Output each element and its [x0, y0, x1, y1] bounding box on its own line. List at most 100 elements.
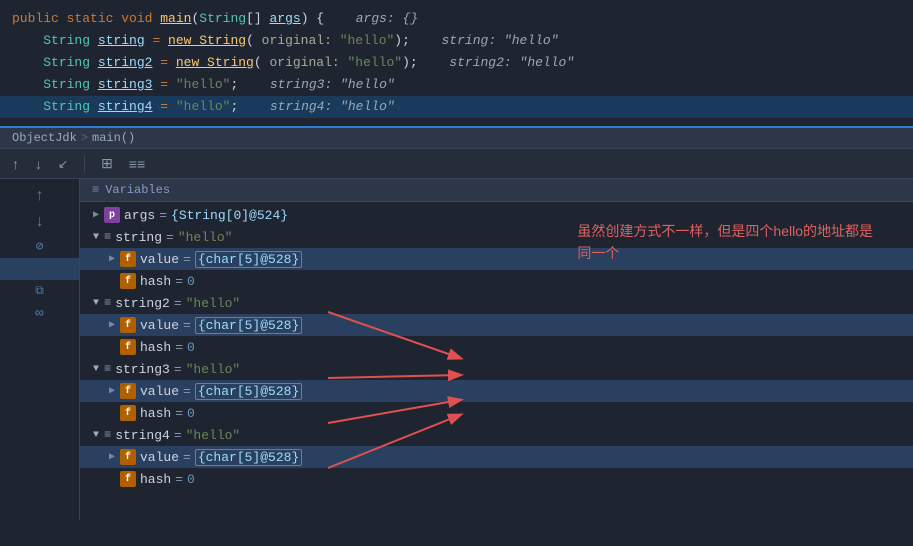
layout-button[interactable]: ≡≡: [125, 154, 149, 174]
var-val-string2-hash: 0: [187, 340, 195, 355]
var-row-string2-value[interactable]: ▶ f value = {char[5]@528}: [80, 314, 913, 336]
var-name-string3: string3: [115, 362, 170, 377]
var-row-string[interactable]: ▼ ≡ string = "hello": [80, 226, 913, 248]
var-eq-args: =: [159, 208, 167, 223]
debug-hint-string2: string2: "hello": [434, 53, 574, 73]
var-name-string2: string2: [115, 296, 170, 311]
var-row-string4-value[interactable]: ▶ f value = {char[5]@528}: [80, 446, 913, 468]
var-row-string4-hash[interactable]: f hash = 0: [80, 468, 913, 490]
paren-close-2: );: [394, 31, 410, 51]
semicolon-5: ;: [230, 97, 238, 117]
var-row-string-value[interactable]: ▶ f value = {char[5]@528}: [80, 248, 913, 270]
param-original-2: original:: [262, 31, 340, 51]
icon-string: ≡: [104, 230, 111, 244]
var-val-string2-value: {char[5]@528}: [195, 317, 302, 334]
var-name-string: string: [115, 230, 162, 245]
panel-header: ≡ Variables: [80, 179, 913, 202]
icon-string4: ≡: [104, 428, 111, 442]
icon-string-value: f: [120, 251, 136, 267]
var-eq-string2: =: [174, 296, 182, 311]
icon-string4-hash: f: [120, 471, 136, 487]
type-string-3: String: [43, 53, 98, 73]
var-eq-string-value: =: [183, 252, 191, 267]
breadcrumb: ObjectJdk > main(): [0, 128, 913, 149]
expand-string[interactable]: ▼: [88, 232, 104, 243]
keyword-static: static: [67, 9, 122, 29]
var-row-string4[interactable]: ▼ ≡ string4 = "hello": [80, 424, 913, 446]
gutter-down-icon[interactable]: ↓: [0, 209, 79, 235]
var-row-string3-value[interactable]: ▶ f value = {char[5]@528}: [80, 380, 913, 402]
variable-tree: ▶ p args = {String[0]@524} ▼ ≡ string = …: [80, 202, 913, 520]
gutter-copy-icon[interactable]: ⧉: [0, 280, 79, 302]
indent-3: [12, 53, 43, 73]
var-val-string-value: {char[5]@528}: [195, 251, 302, 268]
op-eq-5: =: [152, 97, 175, 117]
var-eq-string3: =: [174, 362, 182, 377]
expand-args[interactable]: ▶: [88, 209, 104, 221]
step-over-button[interactable]: ↓: [31, 154, 46, 174]
expand-string3-value[interactable]: ▶: [104, 385, 120, 397]
step-into-button[interactable]: ↙: [54, 155, 72, 173]
var-eq-string3-value: =: [183, 384, 191, 399]
step-out-button[interactable]: ↑: [8, 154, 23, 174]
type-string-2: String: [43, 31, 98, 51]
var-val-args: {String[0]@524}: [171, 208, 288, 223]
var-name-string3-hash: hash: [140, 406, 171, 421]
debug-pane: ↑ ↓ ⊘ ⧉ ∞ ≡ Variables ▶ p args = {String…: [0, 179, 913, 520]
var-val-string3: "hello": [186, 362, 241, 377]
icon-string2-hash: f: [120, 339, 136, 355]
var-val-string-hash: 0: [187, 274, 195, 289]
var-row-string3-hash[interactable]: f hash = 0: [80, 402, 913, 424]
icon-string4-value: f: [120, 449, 136, 465]
gutter-infinity-icon[interactable]: ∞: [0, 302, 79, 326]
expand-string-value[interactable]: ▶: [104, 253, 120, 265]
expand-string3[interactable]: ▼: [88, 364, 104, 375]
semicolon-4: ;: [230, 75, 238, 95]
op-eq-4: =: [152, 75, 175, 95]
var-string: string: [98, 31, 145, 51]
str-hello-4: "hello": [176, 75, 231, 95]
code-line-4: String string3 = "hello" ; string3: "hel…: [0, 74, 913, 96]
var-row-string3[interactable]: ▼ ≡ string3 = "hello": [80, 358, 913, 380]
code-line-1: public static void main ( String [] args…: [0, 8, 913, 30]
code-parens: (: [191, 9, 199, 29]
paren-open-3: (: [254, 53, 270, 73]
var-eq-string4-value: =: [183, 450, 191, 465]
breadcrumb-method[interactable]: main(): [92, 131, 135, 145]
var-row-args[interactable]: ▶ p args = {String[0]@524}: [80, 204, 913, 226]
var-row-string2[interactable]: ▼ ≡ string2 = "hello": [80, 292, 913, 314]
var-row-string-hash[interactable]: f hash = 0: [80, 270, 913, 292]
code-bracket: []: [246, 9, 269, 29]
var-val-string3-hash: 0: [187, 406, 195, 421]
gutter-restore-icon[interactable]: ↑: [0, 179, 79, 209]
method-main: main: [160, 9, 191, 29]
code-brace: ) {: [301, 9, 324, 29]
panel-title: Variables: [105, 183, 170, 197]
var-row-string2-hash[interactable]: f hash = 0: [80, 336, 913, 358]
expand-string2[interactable]: ▼: [88, 298, 104, 309]
var-name-string4-hash: hash: [140, 472, 171, 487]
op-eq-2: =: [145, 31, 168, 51]
gutter-filter-icon[interactable]: ⊘: [0, 235, 79, 258]
debug-toolbar: ↑ ↓ ↙ ⊞ ≡≡: [0, 149, 913, 179]
var-name-string-value: value: [140, 252, 179, 267]
breadcrumb-separator: >: [81, 131, 88, 145]
type-string-array: String: [199, 9, 246, 29]
str-hello-3: "hello": [347, 53, 402, 73]
expand-string4[interactable]: ▼: [88, 430, 104, 441]
expand-string4-value[interactable]: ▶: [104, 451, 120, 463]
icon-string3-hash: f: [120, 405, 136, 421]
gutter-active-row: [0, 258, 79, 280]
var-name-string4-value: value: [140, 450, 179, 465]
debug-hint-args: args: {}: [340, 9, 418, 29]
var-eq-string4: =: [174, 428, 182, 443]
code-line-3: String string2 = new String ( original: …: [0, 52, 913, 74]
expand-string2-value[interactable]: ▶: [104, 319, 120, 331]
watch-button[interactable]: ⊞: [97, 153, 117, 174]
icon-string-hash: f: [120, 273, 136, 289]
var-name-string4: string4: [115, 428, 170, 443]
breadcrumb-class[interactable]: ObjectJdk: [12, 131, 77, 145]
icon-args: p: [104, 207, 120, 223]
var-eq-string-hash: =: [175, 274, 183, 289]
debug-hint-string3: string3: "hello": [254, 75, 394, 95]
